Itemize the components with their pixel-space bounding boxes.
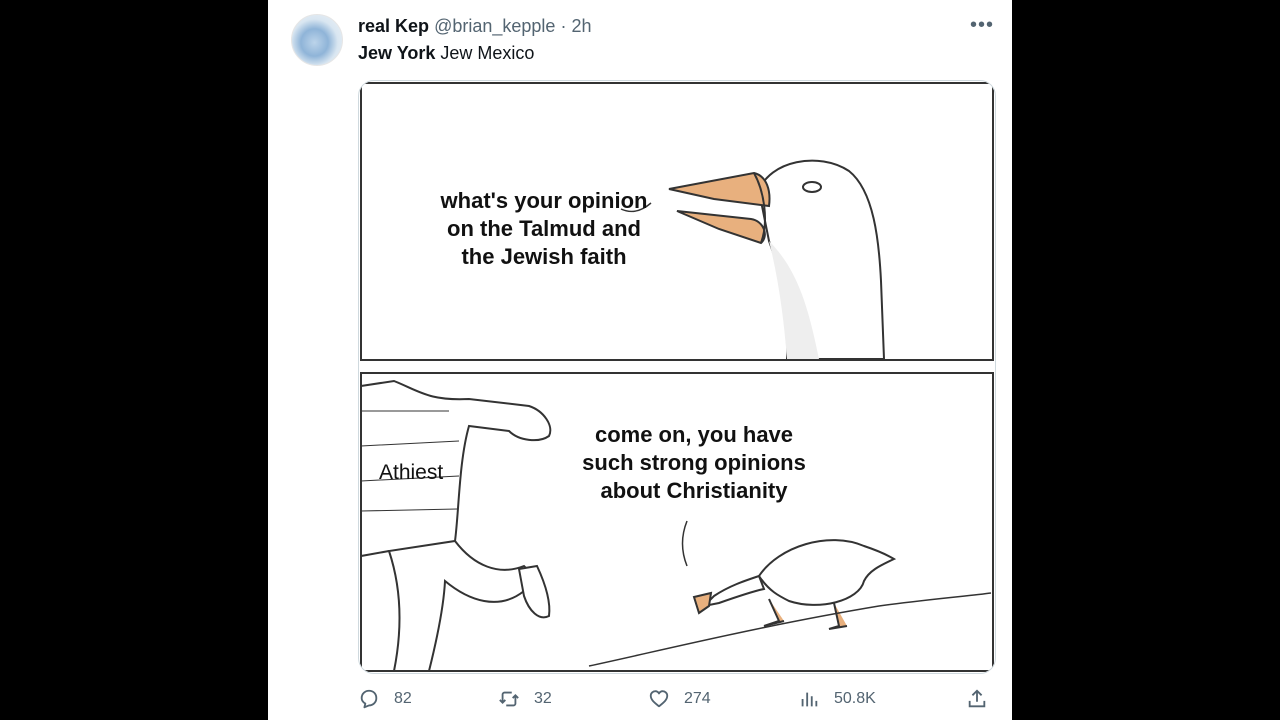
like-count: 274 [684, 690, 711, 707]
share-icon [968, 689, 986, 708]
views-chart-icon [801, 692, 818, 707]
repost-icon [499, 691, 519, 707]
like-button[interactable]: 274 [648, 684, 711, 714]
panel-2-line-1: come on, you have [594, 422, 794, 447]
panel-1-speech: what's your opinion on the Talmud and th… [399, 187, 689, 271]
tweet-image[interactable]: what's your opinion on the Talmud and th… [358, 80, 996, 674]
action-bar: 82 32 274 50.8K [358, 684, 998, 714]
panel-1-line-1: what's your opinion [440, 188, 648, 213]
tweet-time[interactable]: 2h [571, 16, 591, 36]
reply-count: 82 [394, 690, 412, 707]
author-handle[interactable]: @brian_kepple [434, 16, 555, 36]
view-count: 50.8K [834, 690, 876, 707]
panel-2-speech: come on, you have such strong opinions a… [559, 421, 829, 505]
repost-count: 32 [534, 690, 552, 707]
reply-icon [360, 689, 378, 709]
panel-2-line-3: about Christianity [600, 478, 788, 503]
panel-1-line-2: on the Talmud and [447, 216, 641, 241]
heart-icon [649, 690, 669, 708]
tweet-card: real Kep @brian_kepple · 2h ••• Jew York… [268, 0, 1012, 720]
panel-2-line-2: such strong opinions [582, 450, 806, 475]
tweet-text: Jew York Jew Mexico [358, 43, 534, 64]
reply-button[interactable]: 82 [358, 684, 412, 714]
tweet-header: real Kep @brian_kepple · 2h [358, 16, 591, 37]
author-name[interactable]: real Kep [358, 16, 429, 36]
avatar[interactable] [291, 14, 343, 66]
tweet-text-bold: Jew York [358, 43, 436, 63]
repost-button[interactable]: 32 [498, 684, 552, 714]
meme-illustration [360, 82, 994, 672]
more-options-icon[interactable]: ••• [970, 14, 994, 37]
separator-dot: · [560, 16, 567, 36]
share-button[interactable] [966, 684, 1002, 714]
person-label: Athiest [379, 461, 444, 484]
views-button[interactable]: 50.8K [798, 684, 876, 714]
tweet-text-rest: Jew Mexico [435, 43, 535, 63]
panel-1-line-3: the Jewish faith [461, 244, 627, 269]
